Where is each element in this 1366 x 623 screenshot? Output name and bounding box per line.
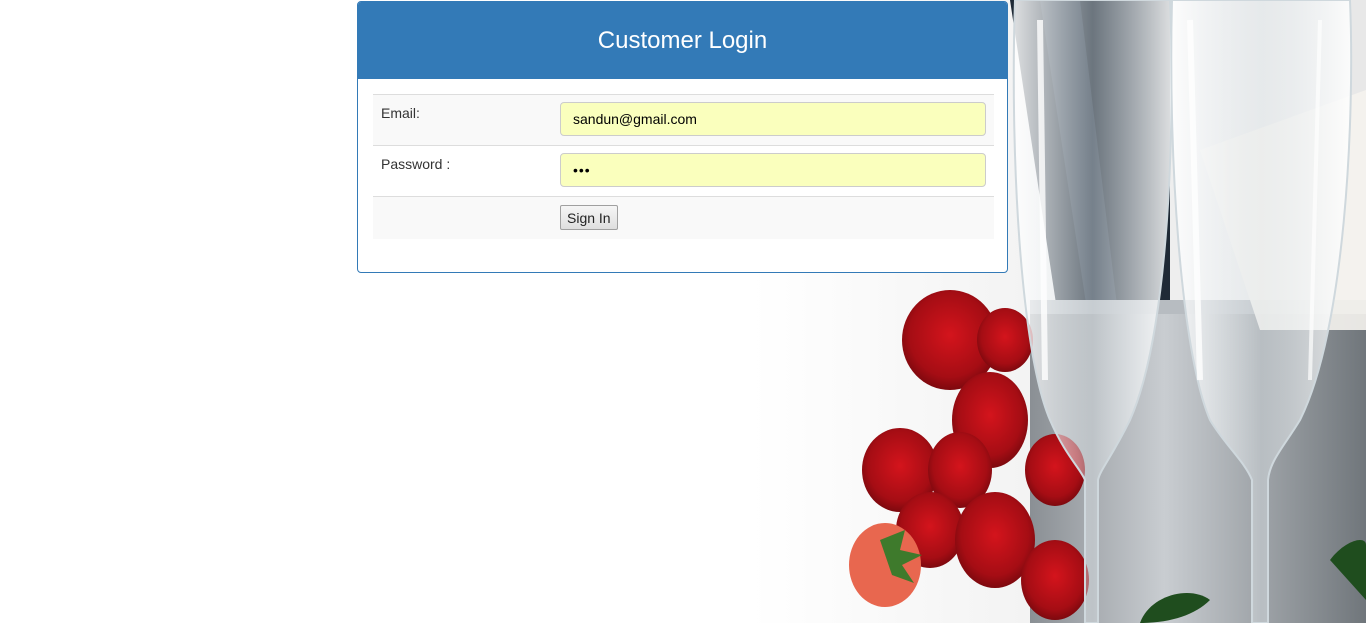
email-field[interactable] (560, 102, 986, 136)
sign-in-button[interactable]: Sign In (560, 205, 618, 230)
login-form: Email: Password : Sign In (373, 94, 994, 239)
email-label: Email: (381, 105, 420, 121)
customer-login-panel: Customer Login Email: Password : Sign In (357, 1, 1008, 273)
email-row: Email: (373, 94, 994, 145)
login-title: Customer Login (597, 26, 768, 54)
password-row: Password : (373, 145, 994, 196)
signin-row: Sign In (373, 196, 994, 239)
password-field[interactable] (560, 153, 986, 187)
password-label: Password : (381, 156, 451, 172)
login-panel-heading: Customer Login (358, 2, 1007, 79)
